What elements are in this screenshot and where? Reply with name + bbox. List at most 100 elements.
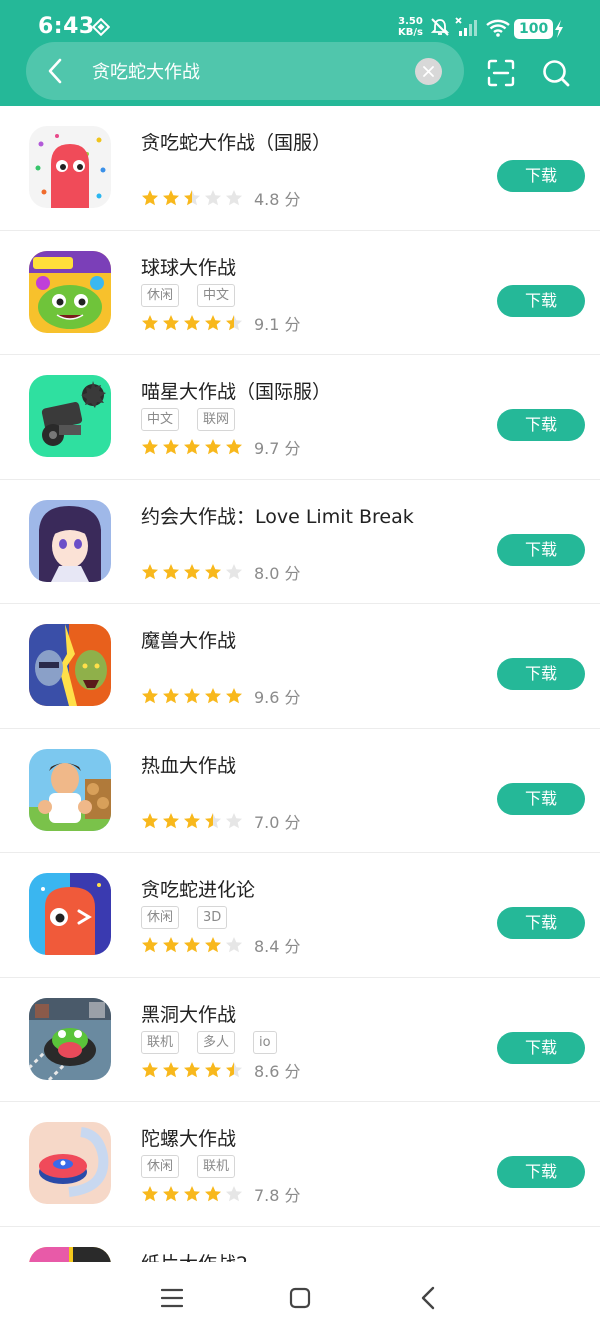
star-rating <box>141 438 243 456</box>
star-icon <box>184 937 200 953</box>
search-input[interactable] <box>92 55 392 87</box>
app-score-value: 7.0 <box>254 812 280 832</box>
app-title[interactable]: 球球大作战 <box>141 253 236 280</box>
star-icon <box>226 937 242 953</box>
app-title[interactable]: 魔兽大作战 <box>141 626 236 653</box>
search-results-list[interactable]: 贪吃蛇大作战（国服） 4.8 分 下载 球球大作战 休闲 中文 9.1 分 下载… <box>0 106 600 1262</box>
app-rating: 8.6 分 <box>141 1058 301 1082</box>
star-icon <box>163 688 179 704</box>
star-icon <box>205 314 221 330</box>
app-tag: 休闲 <box>141 283 180 307</box>
download-button[interactable]: 下载 <box>497 658 585 690</box>
star-icon <box>163 563 179 579</box>
download-button[interactable]: 下载 <box>497 409 585 441</box>
app-row[interactable]: 约会大作战：Love Limit Break 8.0 分 下载 <box>0 480 600 604</box>
app-score: 9.6 分 <box>254 684 301 708</box>
app-tag: 联机 <box>197 1155 236 1178</box>
star-icon <box>142 812 158 828</box>
app-score-value: 9.1 <box>254 314 280 334</box>
app-rating: 8.0 分 <box>141 560 301 584</box>
app-score-value: 7.8 <box>254 1186 280 1205</box>
star-icon <box>142 937 158 953</box>
app-score: 7.8 分 <box>254 1182 301 1206</box>
star-icon <box>142 314 158 330</box>
download-button[interactable]: 下载 <box>497 1031 585 1064</box>
star-icon <box>226 1186 242 1202</box>
app-row[interactable]: 喵星大作战（国际服） 中文 联网 9.7 分 下载 <box>0 355 600 480</box>
star-icon <box>184 1061 200 1077</box>
app-row[interactable]: 热血大作战 7.0 分 下载 <box>0 729 600 853</box>
app-row[interactable]: 黑洞大作战 联机 多人 io 8.6 分 下载 <box>0 978 600 1102</box>
status-bar: 6:43 3.50 KB/s 100 <box>0 0 600 44</box>
app-row[interactable]: 魔兽大作战 9.6 分 下载 <box>0 604 600 729</box>
scan-icon[interactable] <box>486 58 516 88</box>
star-rating <box>141 812 243 830</box>
star-icon <box>184 314 200 330</box>
app-tag: 联机 <box>141 1030 180 1054</box>
app-row[interactable]: 贪吃蛇进化论 休闲 3D 8.4 分 下载 <box>0 853 600 978</box>
app-rating: 9.6 分 <box>141 684 301 708</box>
home-icon[interactable] <box>289 1287 311 1309</box>
app-title[interactable]: 纸片大作战2 <box>141 1249 248 1263</box>
black-hole-icon <box>29 997 111 1080</box>
star-icon <box>184 1186 200 1202</box>
star-icon <box>163 439 179 455</box>
score-unit: 分 <box>284 688 301 707</box>
back-arrow-icon[interactable] <box>44 56 66 86</box>
app-title[interactable]: 喵星大作战（国际服） <box>141 377 331 404</box>
download-button[interactable]: 下载 <box>497 1156 585 1188</box>
app-tag: 中文 <box>141 408 180 431</box>
star-icon <box>163 190 179 206</box>
star-icon <box>226 563 242 579</box>
score-unit: 分 <box>284 1186 301 1205</box>
download-button[interactable]: 下载 <box>497 533 585 566</box>
app-tags: 中文 联网 <box>141 408 236 431</box>
star-icon <box>226 1061 242 1077</box>
app-score: 8.0 分 <box>254 560 301 584</box>
app-title[interactable]: 黑洞大作战 <box>141 1000 236 1027</box>
spinning-top-icon <box>29 1122 111 1204</box>
app-title[interactable]: 约会大作战：Love Limit Break <box>141 502 414 529</box>
score-unit: 分 <box>284 937 301 956</box>
score-unit: 分 <box>284 1061 301 1081</box>
paper-battle-icon <box>29 1246 111 1262</box>
app-score-value: 4.8 <box>254 190 280 209</box>
search-icon[interactable] <box>541 58 571 88</box>
star-icon <box>205 812 221 828</box>
download-button[interactable]: 下载 <box>497 907 585 939</box>
star-icon <box>226 812 242 828</box>
menu-icon[interactable] <box>161 1287 183 1309</box>
star-rating <box>141 936 243 954</box>
diamond-icon <box>92 18 110 36</box>
app-score-value: 9.6 <box>254 688 280 707</box>
clear-search-button[interactable] <box>415 58 442 85</box>
download-button[interactable]: 下载 <box>497 782 585 815</box>
app-title[interactable]: 陀螺大作战 <box>141 1124 236 1151</box>
app-row[interactable]: 贪吃蛇大作战（国服） 4.8 分 下载 <box>0 106 600 231</box>
app-tags: 联机 多人 io <box>141 1030 277 1054</box>
app-row[interactable]: 球球大作战 休闲 中文 9.1 分 下载 <box>0 231 600 355</box>
app-title[interactable]: 贪吃蛇大作战（国服） <box>141 128 331 155</box>
back-icon[interactable] <box>420 1286 436 1310</box>
star-rating <box>141 314 243 332</box>
app-title[interactable]: 热血大作战 <box>141 751 236 778</box>
app-tags: 休闲 中文 <box>141 283 236 307</box>
star-icon <box>163 812 179 828</box>
score-unit: 分 <box>284 190 301 209</box>
download-button[interactable]: 下载 <box>497 160 585 192</box>
star-icon <box>142 688 158 704</box>
score-unit: 分 <box>284 812 301 832</box>
cat-planet-icon <box>29 375 111 457</box>
network-speed: 3.50 KB/s <box>398 16 423 38</box>
download-button[interactable]: 下载 <box>497 284 585 317</box>
app-tag: 多人 <box>197 1030 236 1054</box>
app-score: 9.1 分 <box>254 311 301 335</box>
star-icon <box>205 563 221 579</box>
app-row[interactable]: 陀螺大作战 休闲 联机 7.8 分 下载 <box>0 1102 600 1227</box>
app-score-value: 9.7 <box>254 439 280 458</box>
app-tag: 3D <box>197 906 228 929</box>
star-icon <box>184 688 200 704</box>
score-unit: 分 <box>284 314 301 334</box>
app-title[interactable]: 贪吃蛇进化论 <box>141 875 255 902</box>
app-row[interactable]: 纸片大作战2 <box>0 1227 600 1263</box>
